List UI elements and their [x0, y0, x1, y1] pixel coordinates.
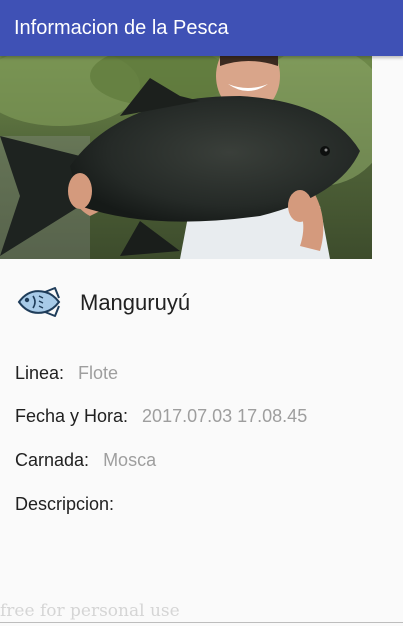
bottom-divider [0, 622, 403, 623]
linea-value: Flote [78, 363, 119, 383]
descripcion-row: Descripcion: [15, 494, 128, 515]
descripcion-label: Descripcion: [15, 494, 115, 514]
fish-name: Manguruyú [80, 290, 191, 315]
catch-photo-image [0, 56, 372, 259]
app-bar: Informacion de la Pesca [0, 0, 403, 56]
catch-photo [0, 56, 372, 259]
carnada-label: Carnada: [15, 450, 90, 470]
linea-label: Linea: [15, 363, 65, 383]
app-bar-title: Informacion de la Pesca [14, 16, 229, 39]
fish-header: Manguruyú [0, 276, 403, 328]
fecha-value: 2017.07.03 17.08.45 [142, 406, 308, 426]
carnada-row: Carnada: Mosca [15, 450, 156, 471]
fecha-label: Fecha y Hora: [15, 406, 129, 426]
carnada-value: Mosca [103, 450, 157, 470]
linea-row: Linea: Flote [15, 363, 118, 384]
fecha-row: Fecha y Hora: 2017.07.03 17.08.45 [15, 406, 307, 427]
fish-icon [17, 287, 61, 317]
watermark-text: free for personal use [0, 601, 180, 621]
